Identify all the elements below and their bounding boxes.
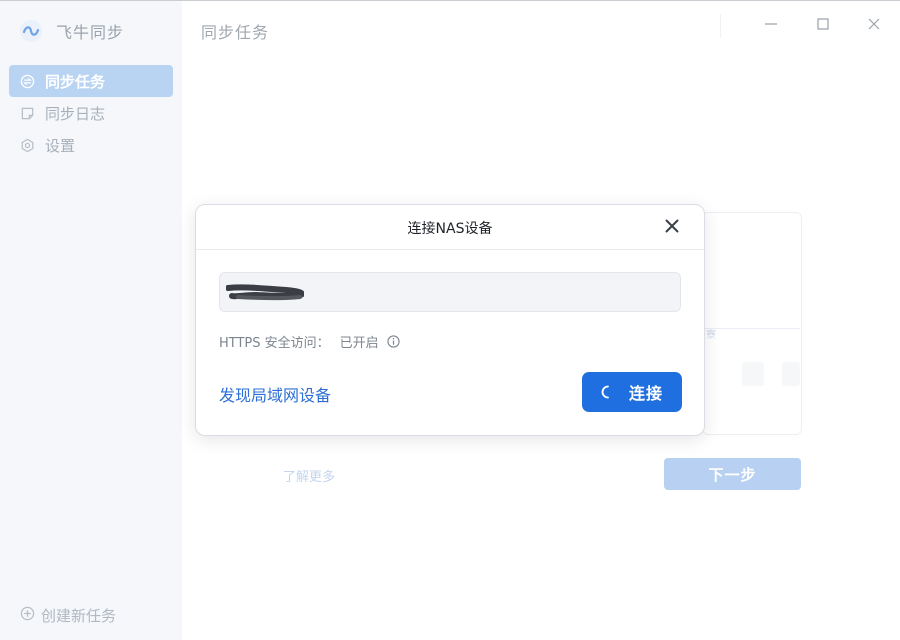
- discover-lan-devices-link[interactable]: 发现局域网设备: [219, 382, 331, 406]
- sidebar: 飞牛同步 同步任务 同步日志 设置 创建新任务: [0, 1, 182, 640]
- sync-task-icon: [19, 73, 35, 89]
- next-step-button[interactable]: 下一步: [664, 458, 801, 490]
- close-icon: [665, 218, 679, 237]
- background-tile: [782, 362, 800, 386]
- close-icon: [867, 16, 881, 35]
- learn-more-link[interactable]: 了解更多: [283, 466, 335, 485]
- app-name: 飞牛同步: [56, 23, 125, 42]
- minimize-button[interactable]: [762, 16, 780, 34]
- sidebar-item-sync-log[interactable]: 同步日志: [9, 97, 173, 129]
- nas-address-input[interactable]: [219, 272, 681, 312]
- dialog-title: 连接NAS设备: [407, 221, 493, 237]
- dialog-close-button[interactable]: [664, 219, 680, 235]
- plus-circle-icon: [20, 606, 35, 625]
- https-status-row: HTTPS 安全访问： 已开启: [219, 332, 401, 351]
- close-window-button[interactable]: [865, 16, 883, 34]
- dialog-header: 连接NAS设备: [196, 205, 704, 250]
- sidebar-item-sync-tasks[interactable]: 同步任务: [9, 65, 173, 97]
- window-controls-divider: [720, 14, 721, 38]
- page-title: 同步任务: [201, 23, 270, 42]
- sidebar-item-label: 同步任务: [45, 72, 106, 91]
- background-card: [702, 212, 802, 435]
- settings-icon: [19, 137, 35, 153]
- create-task-label: 创建新任务: [41, 607, 117, 625]
- minimize-icon: [764, 16, 778, 35]
- https-label: HTTPS 安全访问：: [219, 336, 330, 351]
- maximize-button[interactable]: [814, 16, 832, 34]
- sidebar-nav: 同步任务 同步日志 设置: [9, 65, 173, 161]
- brand: 飞牛同步: [18, 17, 124, 45]
- maximize-icon: [816, 16, 830, 35]
- background-divider: [702, 328, 800, 329]
- sidebar-item-label: 设置: [45, 136, 76, 155]
- redacted-address-value: [225, 283, 306, 301]
- info-icon[interactable]: [387, 335, 401, 349]
- loading-spinner-icon: [601, 385, 615, 399]
- create-task-button[interactable]: 创建新任务: [20, 605, 116, 626]
- connect-button[interactable]: 连接: [582, 372, 682, 412]
- sidebar-item-settings[interactable]: 设置: [9, 129, 173, 161]
- connect-nas-dialog: 连接NAS设备 HTTPS 安全访问： 已开启 发现局域网设备 连接: [195, 204, 705, 436]
- app-logo-icon: [18, 18, 44, 44]
- connect-button-label: 连接: [628, 386, 663, 403]
- log-icon: [19, 105, 35, 121]
- sidebar-item-label: 同步日志: [45, 104, 106, 123]
- https-status: 已开启: [339, 336, 379, 351]
- background-text: 寮: [706, 330, 716, 341]
- background-tile: [742, 362, 764, 386]
